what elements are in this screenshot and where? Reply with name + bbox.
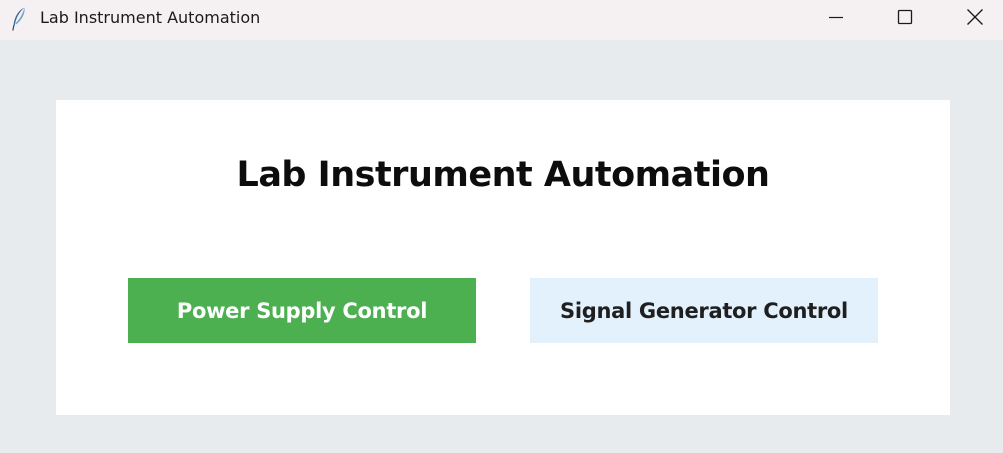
page-title: Lab Instrument Automation <box>236 155 770 195</box>
power-supply-control-button[interactable]: Power Supply Control <box>128 278 476 343</box>
close-button[interactable] <box>952 0 998 34</box>
maximize-icon <box>897 9 913 25</box>
feather-icon <box>11 6 27 32</box>
maximize-button[interactable] <box>882 0 928 34</box>
close-icon <box>967 9 983 25</box>
minimize-icon <box>829 16 843 19</box>
main-panel: Lab Instrument Automation Power Supply C… <box>56 100 950 415</box>
title-bar: Lab Instrument Automation <box>0 0 1003 40</box>
window-title: Lab Instrument Automation <box>40 8 261 27</box>
minimize-button[interactable] <box>813 0 859 34</box>
signal-generator-control-button[interactable]: Signal Generator Control <box>530 278 878 343</box>
